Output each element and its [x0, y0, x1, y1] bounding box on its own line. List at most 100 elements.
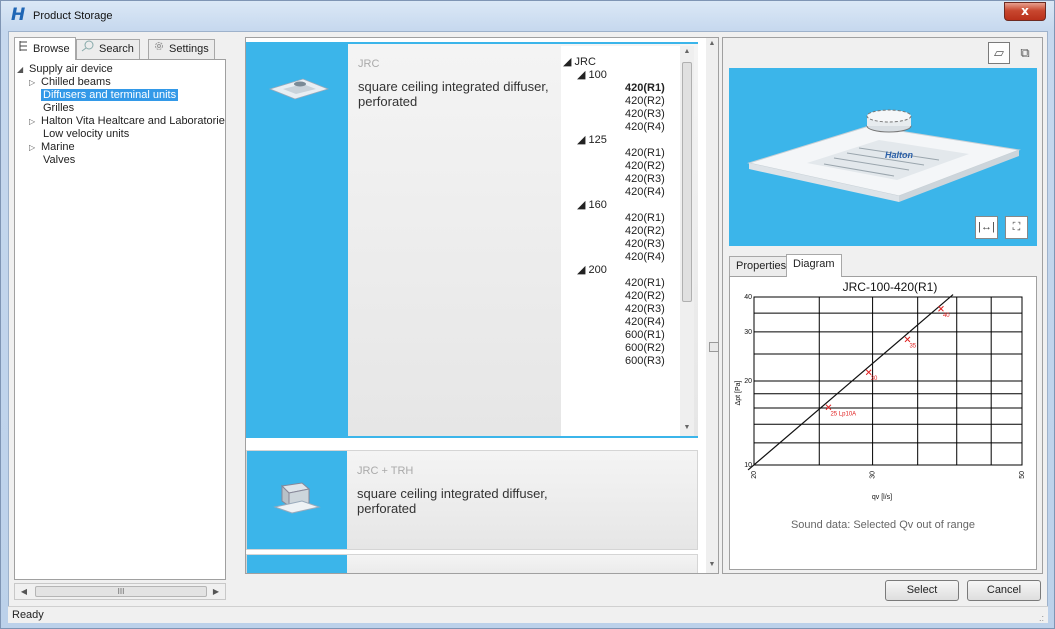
tab-browse[interactable]: Browse — [14, 37, 76, 60]
y-tick-label: 30 — [744, 329, 752, 336]
scroll-left-icon[interactable]: ◀ — [17, 586, 31, 598]
scroll-thumb[interactable] — [682, 62, 692, 302]
size-variant-item[interactable]: 420(R1) — [625, 277, 665, 290]
cancel-button[interactable]: Cancel — [967, 580, 1041, 601]
preview-brand-label: Halton — [885, 150, 914, 160]
fit-width-icon[interactable]: |↔| — [975, 216, 998, 239]
panel-splitter-handle[interactable] — [709, 342, 719, 352]
size-variant-item[interactable]: 420(R2) — [625, 160, 665, 173]
tree-node-halton-vita[interactable]: ▷ Halton Vita Healtcare and Laboratorie — [29, 115, 225, 128]
product-card-jrc-trh[interactable]: JRC + TRH square ceiling integrated diff… — [246, 450, 698, 550]
tree-node-marine[interactable]: ▷ Marine — [29, 141, 75, 154]
gear-icon — [153, 40, 165, 59]
pressure-flow-chart: JRC-100-420(R1) 20 30 5010203040 25 Lp10A3… — [735, 280, 1026, 501]
size-variant-item[interactable]: 420(R3) — [625, 108, 665, 121]
diffuser-thumbnail-icon — [268, 78, 330, 100]
product-code: JRC + TRH — [357, 465, 414, 477]
scroll-up-icon[interactable]: ▲ — [706, 40, 718, 47]
collapsed-arrow-icon[interactable]: ▷ — [29, 76, 41, 89]
y-tick-label: 40 — [744, 294, 752, 301]
tree-node-low-velocity[interactable]: Low velocity units — [43, 128, 129, 141]
size-group-100[interactable]: ◢ 100 — [577, 69, 607, 82]
tree-node-grilles[interactable]: Grilles — [43, 102, 74, 115]
single-view-icon[interactable]: ▱ — [988, 42, 1010, 64]
product-3d-preview[interactable]: Halton |↔| ⛶ — [729, 68, 1037, 246]
size-variant-item[interactable]: 420(R3) — [625, 238, 665, 251]
navigation-panel: Browse Search Settings ◢ Supply air devi… — [14, 37, 226, 602]
size-variant-item[interactable]: 420(R2) — [625, 290, 665, 303]
horizontal-scrollbar[interactable]: ◀ III ▶ — [14, 583, 226, 600]
multi-view-icon[interactable]: ⧉ — [1014, 42, 1036, 64]
data-marker — [904, 336, 911, 343]
scroll-right-icon[interactable]: ▶ — [209, 586, 223, 598]
collapsed-arrow-icon[interactable]: ▷ — [29, 115, 41, 128]
size-variant-item[interactable]: 420(R2) — [625, 95, 665, 108]
data-label: 25 Lp10A — [830, 411, 856, 417]
scroll-up-icon[interactable]: ▲ — [680, 48, 694, 55]
product-image — [248, 44, 348, 436]
size-group-160[interactable]: ◢ 160 — [577, 199, 607, 212]
product-description: square ceiling integrated diffuser, perf… — [358, 79, 549, 109]
status-bar: Ready .: — [8, 606, 1048, 623]
product-code: JRC — [358, 58, 380, 70]
resize-grip-icon[interactable]: .: — [1039, 610, 1044, 627]
size-group-200[interactable]: ◢ 200 — [577, 264, 607, 277]
search-icon — [81, 40, 95, 59]
data-marker — [825, 404, 832, 411]
size-variant-item[interactable]: 420(R4) — [625, 251, 665, 264]
title-bar: H Product Storage x — [1, 1, 1054, 31]
scroll-thumb[interactable]: III — [35, 586, 207, 597]
size-variant-item[interactable]: 420(R1) — [625, 147, 665, 160]
client-area: Browse Search Settings ◢ Supply air devi… — [8, 31, 1048, 623]
data-marker — [865, 369, 872, 376]
tree-node-diffusers[interactable]: Diffusers and terminal units — [41, 89, 179, 102]
product-list-scrollbar[interactable]: ▲ ▼ — [706, 38, 718, 573]
tab-settings[interactable]: Settings — [148, 39, 215, 59]
window-title: Product Storage — [33, 10, 113, 22]
diagram-status-message: Sound data: Selected Qv out of range — [790, 519, 976, 531]
size-variant-item[interactable]: 600(R3) — [625, 355, 665, 368]
fullscreen-icon[interactable]: ⛶ — [1005, 216, 1028, 239]
category-tree[interactable]: ◢ Supply air device ▷ Chilled beams Diffus… — [14, 59, 226, 580]
data-label: 30 — [871, 376, 878, 382]
product-card-jrc[interactable]: JRC square ceiling integrated diffuser, … — [246, 42, 698, 438]
data-marker — [938, 305, 944, 312]
tab-search-label: Search — [99, 43, 134, 55]
size-group-125[interactable]: ◢ 125 — [577, 134, 607, 147]
size-variant-item[interactable]: 600(R1) — [625, 329, 665, 342]
size-variant-item[interactable]: 420(R3) — [625, 173, 665, 186]
size-variant-tree[interactable]: ◢ JRC ◢ 100 420(R1) 420(R2) 420(R3) 420(R4) ◢ … — [561, 46, 694, 436]
tree-node-chilled-beams[interactable]: ▷ Chilled beams — [29, 76, 111, 89]
size-variant-item[interactable]: 420(R3) — [625, 303, 665, 316]
app-window: H Product Storage x Browse Search Settin… — [0, 0, 1055, 629]
detail-tabs: Properties Diagram — [729, 254, 1037, 277]
size-tree-root[interactable]: ◢ JRC — [563, 56, 596, 69]
size-variant-item[interactable]: 600(R2) — [625, 342, 665, 355]
tree-node-valves[interactable]: Valves — [43, 154, 75, 167]
diffuser-box-thumbnail-icon — [273, 482, 321, 514]
size-variant-item[interactable]: 420(R4) — [625, 316, 665, 329]
size-variant-item[interactable]: 420(R1) — [625, 82, 665, 95]
size-variant-item[interactable]: 420(R1) — [625, 212, 665, 225]
scroll-down-icon[interactable]: ▼ — [706, 561, 718, 568]
size-variant-item[interactable]: 420(R2) — [625, 225, 665, 238]
chart-title: JRC-100-420(R1) — [843, 280, 938, 294]
tab-properties[interactable]: Properties — [729, 256, 794, 276]
collapsed-arrow-icon[interactable]: ▷ — [29, 141, 41, 154]
product-description: square ceiling integrated diffuser, perf… — [357, 486, 548, 516]
product-list: JRC square ceiling integrated diffuser, … — [245, 37, 719, 574]
tree-node-supply-air-device[interactable]: ◢ Supply air device — [17, 63, 113, 76]
select-button[interactable]: Select — [885, 580, 959, 601]
close-button[interactable]: x — [1004, 2, 1046, 21]
size-variant-item[interactable]: 420(R4) — [625, 121, 665, 134]
size-variant-item[interactable]: 420(R4) — [625, 186, 665, 199]
product-card-partial[interactable] — [246, 554, 698, 573]
scroll-down-icon[interactable]: ▼ — [680, 424, 694, 431]
data-label: 35 — [909, 343, 916, 349]
size-tree-scrollbar[interactable]: ▲ ▼ — [680, 46, 694, 436]
navigation-tabs: Browse Search Settings — [14, 37, 226, 60]
tab-search[interactable]: Search — [76, 39, 140, 59]
status-text: Ready — [12, 609, 44, 621]
expanded-arrow-icon[interactable]: ◢ — [17, 63, 29, 76]
tab-diagram[interactable]: Diagram — [786, 254, 842, 277]
